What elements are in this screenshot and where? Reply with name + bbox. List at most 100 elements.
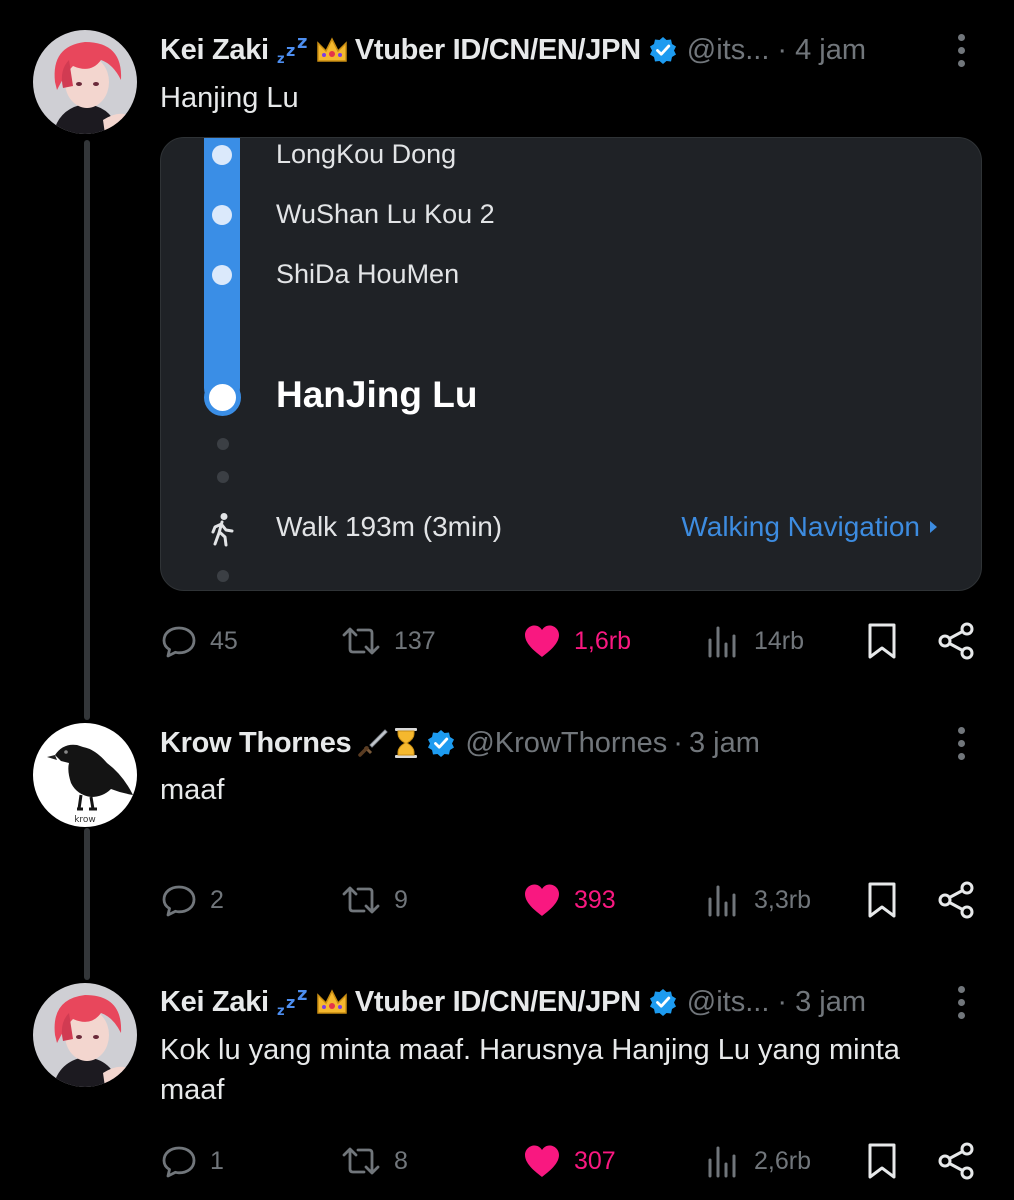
views-button[interactable]: 2,6rb bbox=[706, 1139, 811, 1183]
crown-emoji-icon bbox=[315, 35, 349, 65]
svg-text:z: z bbox=[277, 1004, 285, 1017]
repost-count: 137 bbox=[394, 626, 436, 655]
share-icon bbox=[938, 622, 974, 660]
avatar[interactable]: krow bbox=[33, 723, 137, 827]
separator-dot: · bbox=[673, 726, 683, 759]
bookmark-button[interactable] bbox=[866, 619, 898, 663]
like-count: 307 bbox=[574, 1146, 616, 1175]
share-button[interactable] bbox=[936, 1139, 976, 1183]
verified-badge-icon bbox=[649, 36, 677, 64]
walk-info: Walk 193m (3min) bbox=[276, 511, 503, 542]
like-button[interactable]: 1,6rb bbox=[522, 619, 631, 663]
svg-text:z: z bbox=[297, 35, 307, 53]
tweet-text: maaf bbox=[160, 774, 225, 806]
tweet-header: Kei Zaki zzz Vtuber ID/CN/EN/JPN @its...… bbox=[160, 30, 866, 70]
walk-path-dot bbox=[217, 471, 229, 483]
share-icon bbox=[938, 881, 974, 919]
share-button[interactable] bbox=[936, 878, 976, 922]
stop-label: ShiDa HouMen bbox=[276, 259, 460, 289]
verified-badge-icon bbox=[427, 729, 455, 757]
reply-button[interactable]: 2 bbox=[160, 878, 224, 922]
view-count: 2,6rb bbox=[754, 1146, 811, 1175]
route-image-card[interactable]: LongKou Dong WuShan Lu Kou 2 ShiDa HouMe… bbox=[160, 137, 982, 591]
avatar[interactable] bbox=[33, 983, 137, 1087]
sleep-emoji-icon: zzz bbox=[275, 35, 311, 65]
avatar-caption: krow bbox=[74, 815, 96, 825]
repost-icon bbox=[342, 627, 380, 655]
route-stop-marker bbox=[212, 145, 232, 165]
view-count: 14rb bbox=[754, 626, 805, 655]
analytics-icon bbox=[708, 626, 736, 658]
tweet-actions: 2 9 393 3,3rb bbox=[160, 878, 980, 922]
reply-count: 1 bbox=[210, 1146, 224, 1175]
crown-emoji-icon bbox=[315, 987, 349, 1017]
walk-path-dot bbox=[217, 438, 229, 450]
more-options-icon[interactable] bbox=[950, 723, 972, 763]
tweet-text: Kok lu yang minta maaf. Harusnya Hanjing… bbox=[160, 1034, 900, 1106]
views-button[interactable]: 14rb bbox=[706, 619, 804, 663]
sleep-emoji-icon: zzz bbox=[275, 987, 311, 1017]
tweet-header: Kei Zaki zzz Vtuber ID/CN/EN/JPN @its...… bbox=[160, 982, 866, 1022]
separator-dot: · bbox=[777, 33, 788, 66]
timestamp[interactable]: 3 jam bbox=[689, 727, 760, 760]
destination-marker bbox=[204, 379, 241, 416]
author-handle[interactable]: @KrowThornes bbox=[465, 727, 667, 760]
heart-icon bbox=[525, 884, 559, 916]
repost-count: 8 bbox=[394, 1146, 408, 1175]
reply-button[interactable]: 1 bbox=[160, 1139, 224, 1183]
author-name[interactable]: Kei Zaki bbox=[160, 986, 269, 1019]
repost-button[interactable]: 8 bbox=[340, 1139, 408, 1183]
reply-count: 45 bbox=[210, 626, 238, 655]
repost-icon bbox=[342, 1147, 380, 1175]
repost-count: 9 bbox=[394, 885, 408, 914]
walking-person-icon bbox=[211, 513, 234, 547]
timestamp[interactable]: 3 jam bbox=[795, 986, 866, 1019]
author-handle[interactable]: @its... bbox=[687, 34, 770, 67]
tweet-header: Krow Thornes @KrowThornes · 3 jam bbox=[160, 723, 760, 763]
separator-dot: · bbox=[777, 985, 788, 1018]
author-name[interactable]: Krow Thornes bbox=[160, 727, 352, 760]
like-count: 393 bbox=[574, 885, 616, 914]
tweet-text: Hanjing Lu bbox=[160, 82, 299, 114]
hourglass-emoji-icon bbox=[393, 727, 419, 759]
analytics-icon bbox=[708, 885, 736, 917]
repost-button[interactable]: 137 bbox=[340, 619, 436, 663]
tweet-actions: 1 8 307 2,6rb bbox=[160, 1139, 980, 1183]
repost-button[interactable]: 9 bbox=[340, 878, 408, 922]
avatar[interactable] bbox=[33, 30, 137, 134]
heart-icon bbox=[525, 1145, 559, 1177]
route-stop-marker bbox=[212, 265, 232, 285]
views-button[interactable]: 3,3rb bbox=[706, 878, 811, 922]
more-options-icon[interactable] bbox=[950, 982, 972, 1022]
walk-path-dot bbox=[217, 570, 229, 582]
timestamp[interactable]: 4 jam bbox=[795, 34, 866, 67]
svg-text:z: z bbox=[277, 52, 285, 65]
share-icon bbox=[938, 1142, 974, 1180]
chevron-right-icon bbox=[930, 521, 937, 533]
share-button[interactable] bbox=[936, 619, 976, 663]
vtuber-tag: Vtuber ID/CN/EN/JPN bbox=[354, 33, 641, 66]
walking-navigation-label: Walking Navigation bbox=[681, 511, 920, 542]
bookmark-button[interactable] bbox=[866, 878, 898, 922]
reply-button[interactable]: 45 bbox=[160, 619, 238, 663]
analytics-icon bbox=[708, 1146, 736, 1178]
author-name[interactable]: Kei Zaki bbox=[160, 34, 269, 67]
stop-label: LongKou Dong bbox=[276, 139, 457, 169]
reply-icon bbox=[162, 1146, 196, 1178]
like-button[interactable]: 393 bbox=[522, 878, 616, 922]
destination-label: HanJing Lu bbox=[276, 374, 478, 415]
reply-icon bbox=[162, 885, 196, 917]
more-options-icon[interactable] bbox=[950, 30, 972, 70]
walking-navigation-link[interactable]: Walking Navigation bbox=[681, 511, 937, 543]
like-button[interactable]: 307 bbox=[522, 1139, 616, 1183]
author-handle[interactable]: @its... bbox=[687, 986, 770, 1019]
reply-icon bbox=[162, 626, 196, 658]
reply-count: 2 bbox=[210, 885, 224, 914]
bookmark-icon bbox=[868, 623, 896, 659]
like-count: 1,6rb bbox=[574, 626, 631, 655]
tweet-actions: 45 137 1,6rb 14rb bbox=[160, 619, 980, 663]
verified-badge-icon bbox=[649, 988, 677, 1016]
svg-text:z: z bbox=[286, 41, 295, 60]
bookmark-button[interactable] bbox=[866, 1139, 898, 1183]
heart-icon bbox=[525, 625, 559, 657]
